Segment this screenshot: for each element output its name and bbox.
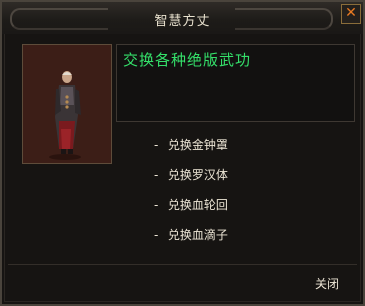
description-text: 交换各种绝版武功 <box>123 51 252 69</box>
option-label: 兑换血滴子 <box>167 228 228 242</box>
option-exchange-xuedizi[interactable]: - 兑换血滴子 <box>154 226 228 243</box>
description-panel: 交换各种绝版武功 <box>116 44 355 122</box>
option-label: 兑换金钟罩 <box>167 138 228 152</box>
option-exchange-jinzhongzhao[interactable]: - 兑换金钟罩 <box>154 136 228 153</box>
npc-portrait <box>22 44 112 164</box>
close-button[interactable]: 关闭 <box>315 275 339 292</box>
option-exchange-xuelunhui[interactable]: - 兑换血轮回 <box>154 196 228 213</box>
option-exchange-luohanti[interactable]: - 兑换罗汉体 <box>154 166 228 183</box>
option-bullet: - <box>154 198 159 212</box>
close-icon[interactable]: ✕ <box>341 4 361 24</box>
option-bullet: - <box>154 168 159 182</box>
option-bullet: - <box>154 228 159 242</box>
option-label: 兑换血轮回 <box>167 198 228 212</box>
dialog-footer: 关闭 <box>8 264 357 301</box>
title-bar: 智慧方丈 <box>2 2 363 34</box>
option-label: 兑换罗汉体 <box>167 168 228 182</box>
npc-dialog-window: 智慧方丈 ✕ 交换各种绝版武功 - 兑换金钟罩 - 兑换罗汉体 - 兑换血轮回 … <box>0 0 365 306</box>
dialog-title: 智慧方丈 <box>154 14 211 29</box>
monk-figure-icon <box>49 71 81 160</box>
option-bullet: - <box>154 138 159 152</box>
